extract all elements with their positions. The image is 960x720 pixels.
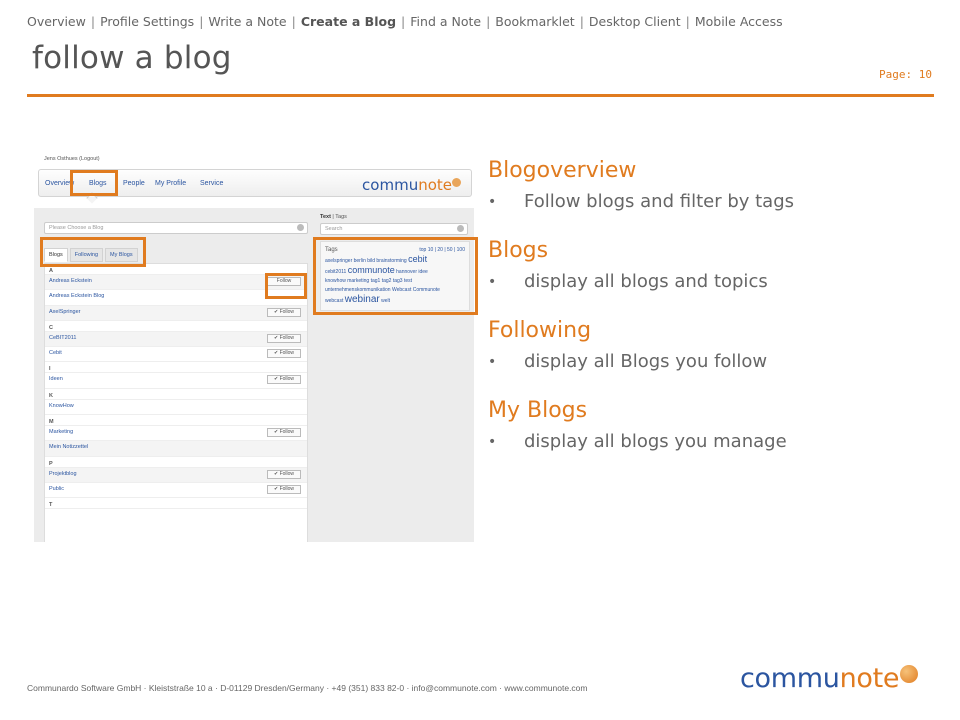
nav-mobile-access[interactable]: Mobile Access: [695, 14, 783, 29]
blog-row[interactable]: Projektblog ✔ Follow: [45, 467, 307, 483]
nav-separator: |: [579, 14, 584, 29]
bullet-item: display all Blogs you follow: [488, 347, 938, 377]
bullet-item: display all blogs and topics: [488, 267, 938, 297]
footer-contact: Communardo Software GmbH · Kleiststraße …: [27, 683, 588, 693]
letter-header: M: [45, 415, 307, 427]
letter-header: P: [45, 457, 307, 468]
blog-name-link[interactable]: Cebit: [49, 350, 62, 356]
blog-row[interactable]: Public ✔ Follow: [45, 482, 307, 499]
globe-icon: [900, 665, 919, 683]
app-screenshot: Jens Osthues (Logout) Overview Blogs Peo…: [34, 150, 474, 542]
choose-blog-input[interactable]: Please Choose a Blog: [44, 222, 308, 234]
feature-list: Blogoverview Follow blogs and filter by …: [488, 155, 938, 475]
section-heading: Blogoverview: [488, 158, 637, 183]
follow-button[interactable]: ✔ Follow: [267, 349, 301, 359]
blog-name-link[interactable]: Marketing: [49, 429, 73, 435]
letter-label: T: [49, 502, 53, 509]
blog-row[interactable]: Ideen ✔ Follow: [45, 373, 307, 389]
letter-label: I: [49, 366, 51, 373]
blog-row[interactable]: Mein Notizzettel: [45, 441, 307, 457]
letter-label: A: [49, 268, 53, 274]
follow-button[interactable]: ✔ Follow: [267, 375, 301, 385]
nav-separator: |: [486, 14, 491, 29]
highlight-tabs: [40, 237, 146, 267]
blog-row[interactable]: Cebit ✔ Follow: [45, 347, 307, 363]
nav-find-a-note[interactable]: Find a Note: [410, 14, 481, 29]
letter-label: K: [49, 392, 53, 399]
communote-logo: communote: [740, 663, 919, 694]
follow-button[interactable]: ✔ Follow: [267, 333, 301, 343]
letter-label: C: [49, 324, 53, 331]
nav-profile-settings[interactable]: Profile Settings: [100, 14, 194, 29]
tag-search-input[interactable]: Search: [320, 223, 468, 235]
section-following: Following display all Blogs you follow: [488, 315, 938, 377]
nav-bookmarklet[interactable]: Bookmarklet: [495, 14, 574, 29]
section-heading: Following: [488, 318, 592, 343]
nav-overview[interactable]: Overview: [27, 14, 86, 29]
follow-button[interactable]: ✔ Follow: [267, 307, 301, 317]
section-blogoverview: Blogoverview Follow blogs and filter by …: [488, 155, 938, 217]
app-nav-my-profile[interactable]: My Profile: [155, 180, 186, 187]
blog-name-link[interactable]: KnowHow: [49, 403, 74, 409]
follow-button[interactable]: ✔ Follow: [267, 469, 301, 479]
blog-row[interactable]: KnowHow: [45, 399, 307, 416]
section-blogs: Blogs display all blogs and topics: [488, 235, 938, 297]
letter-header: C: [45, 321, 307, 332]
blog-name-link[interactable]: Projektblog: [49, 471, 77, 477]
blog-name-link[interactable]: Andreas Eckstein: [49, 278, 92, 284]
blog-list: A Andreas Eckstein Follow Andreas Eckstein …: [44, 263, 308, 542]
section-my-blogs: My Blogs display all blogs you manage: [488, 395, 938, 457]
blog-row[interactable]: AxelSpringer ✔ Follow: [45, 305, 307, 321]
app-nav-service[interactable]: Service: [200, 180, 223, 187]
clear-icon[interactable]: [457, 225, 464, 232]
nav-create-a-blog[interactable]: Create a Blog: [301, 14, 396, 29]
highlight-tag-cloud: [313, 237, 478, 315]
app-nav-people[interactable]: People: [123, 180, 145, 187]
page-title: follow a blog: [32, 40, 232, 76]
follow-button[interactable]: ✔ Follow: [267, 484, 301, 494]
section-heading: My Blogs: [488, 398, 588, 423]
user-logout-link[interactable]: Jens Osthues (Logout): [44, 156, 100, 162]
top-navigation: Overview | Profile Settings | Write a Note | C…: [27, 14, 937, 29]
title-divider: [27, 94, 934, 97]
blog-name-link[interactable]: CeBIT2011: [49, 335, 76, 341]
nav-desktop-client[interactable]: Desktop Client: [589, 14, 681, 29]
clear-icon[interactable]: [297, 224, 304, 231]
app-logo: communote: [362, 176, 461, 194]
highlight-blogs-nav: [70, 170, 118, 196]
bullet-item: Follow blogs and filter by tags: [488, 187, 938, 217]
letter-label: M: [49, 419, 54, 426]
nav-write-a-note[interactable]: Write a Note: [208, 14, 286, 29]
nav-separator: |: [685, 14, 690, 29]
section-heading: Blogs: [488, 238, 549, 263]
blog-row[interactable]: Marketing ✔ Follow: [45, 426, 307, 442]
letter-label: P: [49, 460, 53, 467]
globe-icon: [452, 178, 461, 187]
blog-name-link[interactable]: Andreas Eckstein Blog: [49, 293, 104, 299]
blog-name-link[interactable]: Public: [49, 486, 64, 492]
text-tags-switch[interactable]: Text | Tags: [320, 214, 347, 220]
letter-header: I: [45, 362, 307, 374]
blog-name-link[interactable]: Ideen: [49, 376, 63, 382]
nav-separator: |: [90, 14, 96, 29]
follow-button[interactable]: ✔ Follow: [267, 428, 301, 438]
blog-name-link[interactable]: Mein Notizzettel: [49, 444, 88, 450]
nav-separator: |: [291, 14, 296, 29]
nav-separator: |: [401, 14, 406, 29]
highlight-follow-button: [265, 273, 307, 299]
letter-header: K: [45, 389, 307, 400]
blog-row[interactable]: CeBIT2011 ✔ Follow: [45, 331, 307, 348]
page-number: Page: 10: [879, 68, 932, 81]
nav-separator: |: [199, 14, 204, 29]
letter-header: T: [45, 498, 307, 510]
bullet-item: display all blogs you manage: [488, 427, 938, 457]
blog-name-link[interactable]: AxelSpringer: [49, 309, 81, 315]
